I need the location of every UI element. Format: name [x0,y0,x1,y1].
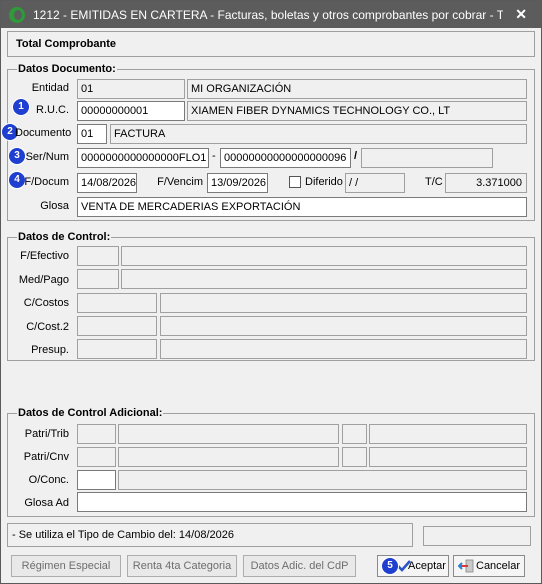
patritrib-desc2-field [369,424,527,444]
cancelar-label: Cancelar [476,560,521,572]
sernum-slash: / [354,150,358,162]
documento-name-field: FACTURA [110,124,527,144]
diferido-checkbox[interactable] [289,176,301,188]
exit-arrow-icon [458,559,474,573]
presup-label: Presup. [31,344,69,356]
ccostos-desc-field [160,293,527,313]
diferido-label: Diferido [305,176,343,188]
glosa-label: Glosa [40,200,69,212]
diferido-date-field: / / [345,173,405,193]
fefectivo-label: F/Efectivo [20,250,69,262]
ccost2-label: C/Cost.2 [26,321,69,333]
status-extra-panel [423,526,531,546]
fefectivo-desc-field [121,246,527,266]
glosa-input[interactable]: VENTA DE MERCADERIAS EXPORTACIÓN [77,197,527,217]
sernum-extra-field [361,148,493,168]
fefectivo-code-field[interactable] [77,246,119,266]
medpago-desc-field [121,269,527,289]
badge-5-icon: 5 [382,558,398,574]
dialog-window: 1212 - EMITIDAS EN CARTERA - Facturas, b… [0,0,542,584]
ccost2-desc-field [160,316,527,336]
medpago-label: Med/Pago [18,274,69,286]
patricnv-desc-field [118,447,339,467]
title-bar: 1212 - EMITIDAS EN CARTERA - Facturas, b… [1,1,541,28]
status-text: - Se utiliza el Tipo de Cambio del: 14/0… [12,529,234,541]
regimen-especial-button[interactable]: Régimen Especial [11,555,121,577]
medpago-code-field[interactable] [77,269,119,289]
datos-documento-title: Datos Documento: [17,63,117,75]
cancelar-button[interactable]: Cancelar [453,555,525,577]
header-panel: Total Comprobante [7,31,535,57]
documento-code-input[interactable]: 01 [77,124,107,144]
ccostos-label: C/Costos [23,297,69,309]
datos-adic-button[interactable]: Datos Adic. del CdP [243,555,356,577]
fvencim-input[interactable]: 13/09/2026 [207,173,268,193]
fvencim-label: F/Vencim [157,176,203,188]
presup-code-field[interactable] [77,339,157,359]
tc-field: 3.371000 [445,173,527,193]
patritrib-code-field[interactable] [77,424,116,444]
ccost2-code-field[interactable] [77,316,157,336]
datos-control-adicional-title: Datos de Control Adicional: [17,407,164,419]
entidad-name-field: MI ORGANIZACIÓN [187,79,527,99]
ruc-input[interactable]: 00000000001 [77,101,185,121]
close-icon[interactable]: ✕ [515,6,527,23]
entidad-code-field: 01 [77,79,185,99]
entidad-label: Entidad [31,82,69,94]
glosa-ad-label: Glosa Ad [24,497,69,509]
patritrib-label: Patri/Trib [24,428,69,440]
sernum-dash: - [212,150,216,162]
patritrib-code2-field[interactable] [342,424,367,444]
documento-label: Documento [15,127,72,139]
oconc-label: O/Conc. [28,474,69,486]
sernum-label: Ser/Num [25,151,69,163]
patricnv-code-field[interactable] [77,447,116,467]
window-title: 1212 - EMITIDAS EN CARTERA - Facturas, b… [33,7,503,22]
aceptar-label: Aceptar [408,560,446,572]
fdocum-label: F/Docum [24,176,69,188]
patricnv-code2-field[interactable] [342,447,367,467]
datos-control-title: Datos de Control: [17,231,112,243]
patricnv-desc2-field [369,447,527,467]
numero-input[interactable]: 00000000000000000096 [220,148,351,168]
presup-desc-field [160,339,527,359]
oconc-desc-field [118,470,527,490]
glosa-ad-input[interactable] [77,492,527,512]
patricnv-label: Patri/Cnv [23,451,69,463]
header-title: Total Comprobante [16,38,117,50]
app-logo-icon [9,6,25,23]
ccostos-code-field[interactable] [77,293,157,313]
patritrib-desc-field [118,424,339,444]
ruc-name-field: XIAMEN FIBER DYNAMICS TECHNOLOGY CO., LT [187,101,527,121]
oconc-input[interactable] [77,470,116,490]
ruc-label: R.U.C. [36,104,69,116]
tc-label: T/C [425,176,443,188]
status-panel: - Se utiliza el Tipo de Cambio del: 14/0… [7,523,413,547]
serie-input[interactable]: 0000000000000000FLO1 [77,148,209,168]
renta-4ta-button[interactable]: Renta 4ta Categoria [127,555,237,577]
fdocum-input[interactable]: 14/08/2026 [77,173,137,193]
